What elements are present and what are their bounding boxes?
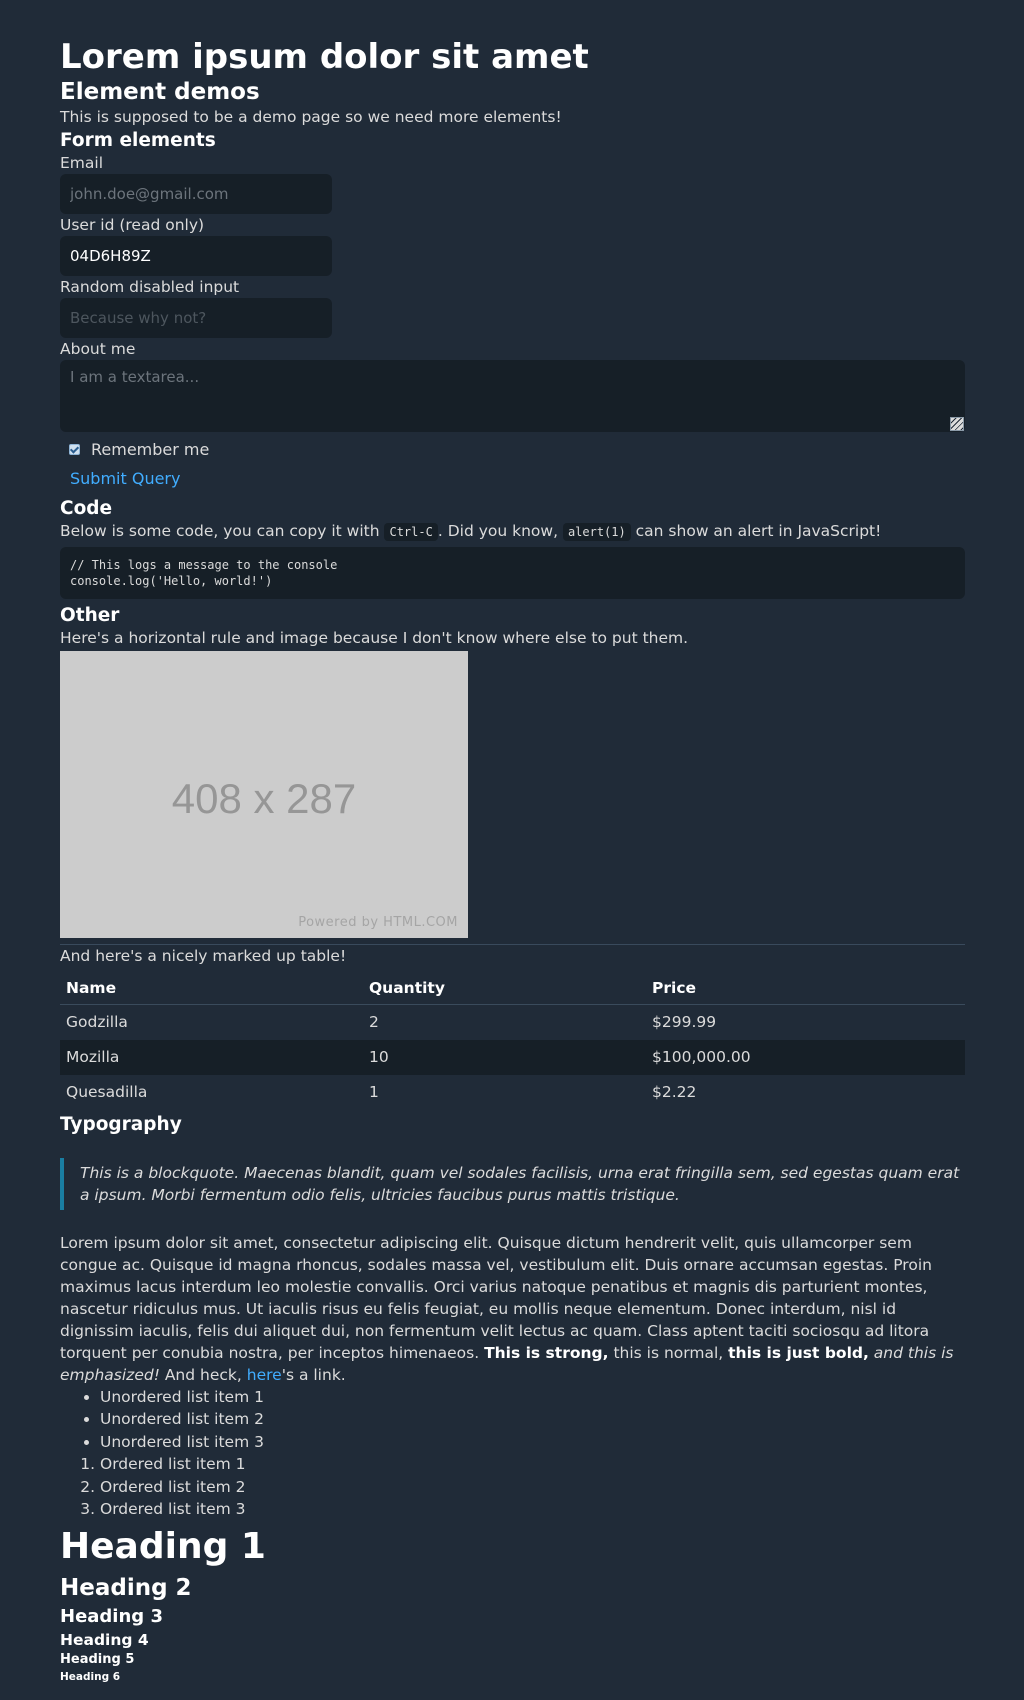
table-header-row: Name Quantity Price — [60, 971, 965, 1005]
submit-button[interactable]: Submit Query — [60, 466, 190, 492]
table-cell: Godzilla — [66, 1013, 128, 1032]
form-elements-heading: Form elements — [60, 130, 216, 152]
demo-form: Form elements Email User id (read only) … — [60, 130, 965, 492]
placeholder-image: 408 x 287 Powered by HTML.COM — [60, 651, 468, 939]
strong-text: This is strong, — [484, 1343, 609, 1362]
blockquote: This is a blockquote. Maecenas blandit, … — [60, 1157, 965, 1210]
horizontal-rule — [60, 944, 965, 946]
table-cell: Mozilla — [60, 1039, 363, 1075]
ordered-list: Ordered list item 1 Ordered list item 2 … — [60, 1453, 965, 1521]
and-heck-text: And heck, — [159, 1365, 247, 1384]
typography-heading: Typography — [60, 1113, 182, 1135]
email-field[interactable] — [60, 174, 332, 215]
user-id-field[interactable] — [60, 236, 332, 277]
heading-6: Heading 6 — [60, 1670, 121, 1683]
normal-text: this is normal, — [608, 1343, 729, 1362]
alert-code: alert(1) — [562, 523, 631, 542]
email-label: Email — [60, 154, 104, 173]
column-header-price: Price — [646, 971, 965, 1005]
about-me-wrapper — [60, 360, 965, 433]
heading-2: Heading 2 — [60, 1574, 192, 1601]
unordered-list: Unordered list item 1 Unordered list ite… — [60, 1386, 965, 1454]
shortcut-code: Ctrl-C — [384, 523, 438, 542]
table-row: Mozilla 10 $100,000.00 — [60, 1039, 965, 1075]
list-item: Ordered list item 1 — [100, 1453, 965, 1476]
disabled-input-label: Random disabled input — [60, 278, 240, 297]
other-heading: Other — [60, 604, 120, 626]
code-text-middle: . Did you know, — [437, 522, 563, 541]
heading-5: Heading 5 — [60, 1651, 135, 1667]
table-cell: $2.22 — [652, 1083, 697, 1102]
code-text-before: Below is some code, you can copy it with — [60, 522, 385, 541]
about-me-textarea[interactable] — [60, 360, 965, 433]
table-cell: $299.99 — [652, 1013, 717, 1032]
element-demos-heading: Element demos — [60, 79, 260, 105]
image-dimensions-text: 408 x 287 — [171, 775, 357, 823]
list-item: Unordered list item 1 — [100, 1386, 965, 1409]
code-line-1: // This logs a message to the console — [70, 557, 338, 572]
other-description: Here's a horizontal rule and image becau… — [60, 628, 689, 647]
table-cell: 2 — [369, 1013, 379, 1032]
about-me-label: About me — [60, 340, 136, 359]
here-link[interactable]: here — [247, 1366, 282, 1384]
list-item: Ordered list item 3 — [100, 1498, 965, 1521]
heading-4: Heading 4 — [60, 1630, 149, 1649]
data-table: Name Quantity Price Godzilla 2 $299.99 M… — [60, 971, 965, 1110]
page-content: Lorem ipsum dolor sit amet Element demos… — [60, 0, 965, 1685]
page-title: Lorem ipsum dolor sit amet — [60, 37, 589, 77]
remember-me-label[interactable]: Remember me — [91, 438, 209, 461]
remember-me-row[interactable]: Remember me — [60, 436, 965, 462]
list-item: Unordered list item 3 — [100, 1431, 965, 1454]
code-heading: Code — [60, 498, 113, 520]
table-cell: $100,000.00 — [646, 1039, 965, 1075]
bold-text: this is just bold, — [728, 1343, 869, 1362]
disabled-input-field — [60, 298, 332, 339]
image-credit-text: Powered by HTML.COM — [298, 914, 458, 930]
lorem-text: Lorem ipsum dolor sit amet, consectetur … — [60, 1233, 932, 1362]
code-description: Below is some code, you can copy it with… — [60, 520, 965, 542]
code-text-after: can show an alert in JavaScript! — [630, 522, 882, 541]
demos-intro: This is supposed to be a demo page so we… — [60, 108, 562, 126]
table-intro: And here's a nicely marked up table! — [60, 947, 347, 966]
link-suffix-text: 's a link. — [281, 1365, 346, 1384]
heading-3: Heading 3 — [60, 1605, 163, 1627]
table-row: Godzilla 2 $299.99 — [60, 1004, 965, 1040]
resize-handle-icon[interactable] — [950, 417, 964, 432]
list-item: Ordered list item 2 — [100, 1476, 965, 1499]
code-line-2: console.log('Hello, world!') — [70, 573, 273, 588]
lorem-paragraph: Lorem ipsum dolor sit amet, consectetur … — [60, 1232, 965, 1386]
remember-me-checkbox[interactable] — [69, 443, 80, 455]
code-block[interactable]: // This logs a message to the console co… — [60, 546, 965, 599]
user-id-label: User id (read only) — [60, 216, 205, 235]
list-item: Unordered list item 2 — [100, 1408, 965, 1431]
table-row: Quesadilla 1 $2.22 — [60, 1075, 965, 1110]
column-header-quantity: Quantity — [363, 971, 646, 1005]
column-header-name: Name — [60, 971, 363, 1005]
table-cell: 10 — [363, 1039, 646, 1075]
heading-1: Heading 1 — [60, 1525, 266, 1567]
table-cell: Quesadilla — [66, 1083, 148, 1102]
table-cell: 1 — [369, 1083, 379, 1102]
